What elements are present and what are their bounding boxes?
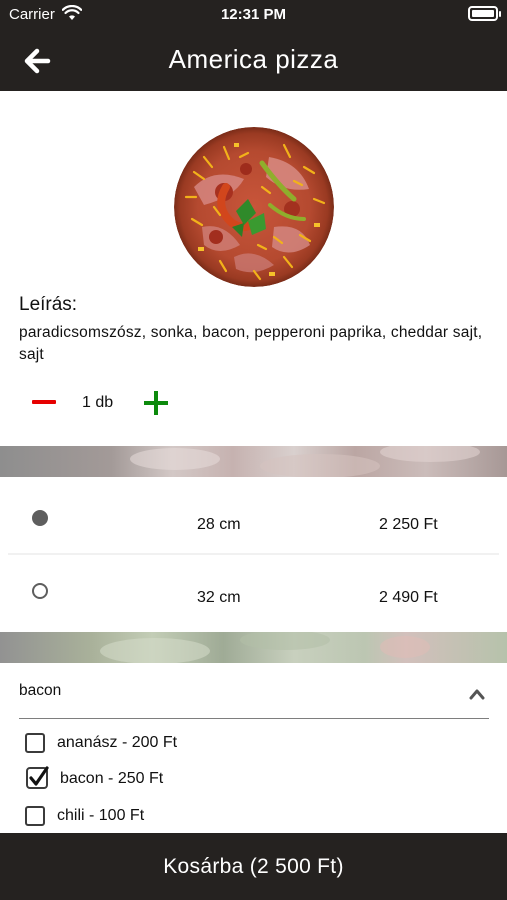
- size-radio-32[interactable]: [32, 583, 48, 599]
- size-price: 2 490 Ft: [379, 589, 438, 606]
- extra-item[interactable]: bacon - 250 Ft: [24, 766, 324, 792]
- extras-dropdown[interactable]: bacon: [19, 672, 489, 719]
- checked-checkbox[interactable]: [26, 765, 50, 789]
- extra-checkbox[interactable]: [25, 806, 45, 826]
- size-option-row[interactable]: 32 cm 2 490 Ft: [0, 555, 507, 627]
- quantity-value: 1 db: [82, 394, 114, 411]
- status-bar: Carrier 12:31 PM: [0, 0, 507, 30]
- extra-item[interactable]: chili - 100 Ft: [24, 803, 324, 829]
- extra-checkbox[interactable]: [25, 733, 45, 753]
- battery-icon: [468, 6, 501, 21]
- description-label: Leírás:: [19, 294, 78, 315]
- page-title: America pizza: [168, 44, 339, 74]
- extra-label: ananász - 200 Ft: [57, 734, 178, 751]
- extras-dropdown-value: bacon: [19, 682, 62, 699]
- decorative-banner-ham: [0, 446, 507, 477]
- size-price: 2 250 Ft: [379, 516, 438, 533]
- extra-label: bacon - 250 Ft: [60, 770, 164, 787]
- size-radio-28[interactable]: [32, 510, 48, 526]
- size-option-row[interactable]: 28 cm 2 250 Ft: [0, 482, 507, 554]
- size-label: 32 cm: [197, 589, 241, 606]
- nav-bar: America pizza: [0, 30, 507, 91]
- decorative-banner-salad: [0, 632, 507, 663]
- description-text: paradicsomszósz, sonka, bacon, pepperoni…: [19, 324, 483, 363]
- clock: 12:31 PM: [220, 6, 287, 23]
- increase-quantity-button[interactable]: [140, 388, 174, 418]
- extra-item[interactable]: ananász - 200 Ft: [24, 730, 324, 756]
- decrease-quantity-button[interactable]: [28, 390, 62, 414]
- extra-label: chili - 100 Ft: [57, 807, 145, 824]
- pizza-image: [174, 127, 334, 287]
- add-to-cart-button[interactable]: Kosárba (2 500 Ft): [0, 833, 507, 900]
- size-label: 28 cm: [197, 516, 241, 533]
- chevron-up-icon: [469, 689, 485, 700]
